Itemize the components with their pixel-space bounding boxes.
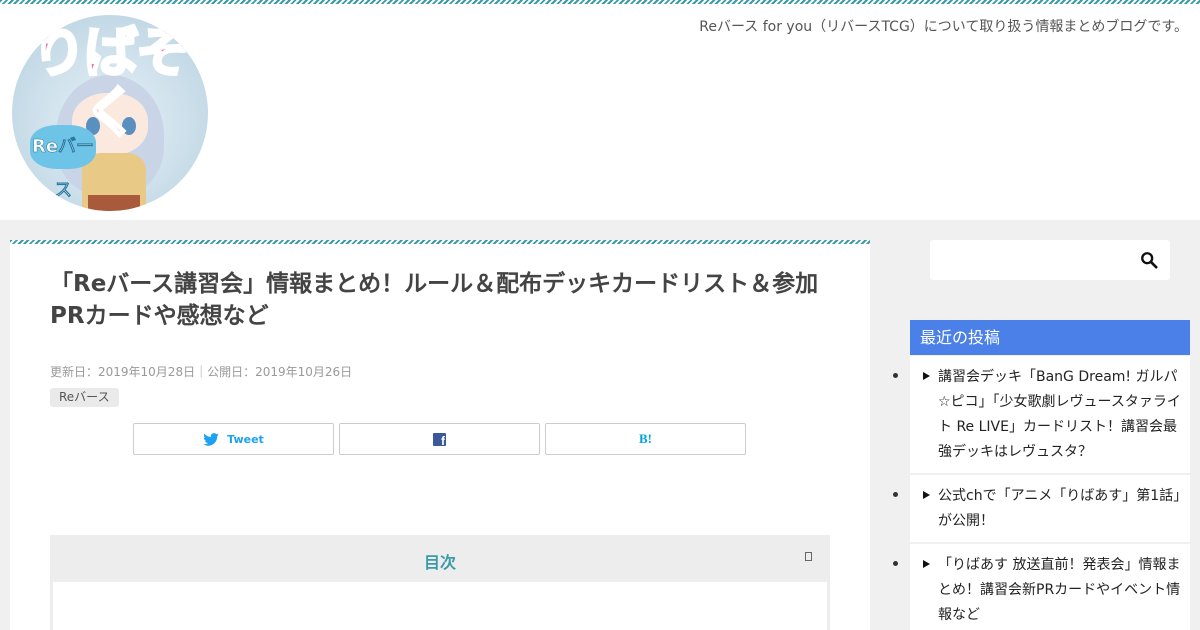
triangle-right-icon [923,372,930,380]
article-top-stripe [10,240,870,244]
article-dates: 更新日：2019年10月28日｜公開日：2019年10月26日 [50,365,353,379]
facebook-share-button[interactable] [339,423,540,455]
list-item[interactable]: 講習会デッキ「BanG Dream! ガルパ☆ピコ」「少女歌劇レヴュースタァライ… [910,356,1190,475]
toc-list [53,582,827,630]
logo-title: りばそく [31,21,192,144]
hatena-bookmark-button[interactable]: B! [545,423,746,455]
recent-posts-list: 講習会デッキ「BanG Dream! ガルパ☆ピコ」「少女歌劇レヴュースタァライ… [910,356,1190,630]
toc-toggle-icon[interactable] [805,552,812,561]
post-link[interactable]: 「りばあす 放送直前！発表会」情報まとめ！講習会新PRカードやイベント情報など [938,557,1180,623]
article-card: 「Reバース講習会」情報まとめ！ルール＆配布デッキカードリスト＆参加PRカードや… [10,240,870,630]
twitter-icon [203,432,219,446]
triangle-right-icon [923,491,930,499]
logo-character-skirt [88,195,140,211]
post-link[interactable]: 講習会デッキ「BanG Dream! ガルパ☆ピコ」「少女歌劇レヴュースタァライ… [938,369,1181,460]
table-of-contents: 目次 [50,535,830,630]
recent-posts-title: 最近の投稿 [910,320,1190,355]
article-title: 「Reバース講習会」情報まとめ！ルール＆配布デッキカードリスト＆参加PRカードや… [50,271,819,329]
list-item[interactable]: 「りばあす 放送直前！発表会」情報まとめ！講習会新PRカードやイベント情報など [910,544,1190,630]
post-link[interactable]: 公式chで「アニメ「りばあす」第1話」が公開！ [938,488,1180,529]
search-input[interactable] [930,240,1130,280]
site-tagline: Reバース for you（リバースTCG）について取り扱う情報まとめブログです… [699,19,1188,35]
search-icon[interactable] [1140,251,1158,269]
site-header: Reバース りばそく Reバース for you（リバースTCG）について取り扱… [0,4,1200,220]
site-logo[interactable]: Reバース りばそく [12,15,208,211]
category-tag[interactable]: Reバース [50,388,119,407]
hatena-bookmark-icon: B! [639,431,652,446]
triangle-right-icon [923,560,930,568]
facebook-icon [433,432,446,448]
tweet-label: Tweet [227,432,264,446]
list-item[interactable]: 公式chで「アニメ「りばあす」第1話」が公開！ [910,475,1190,544]
tweet-button[interactable]: Tweet [133,423,334,455]
toc-title: 目次 [423,553,456,572]
search-box [930,240,1170,280]
